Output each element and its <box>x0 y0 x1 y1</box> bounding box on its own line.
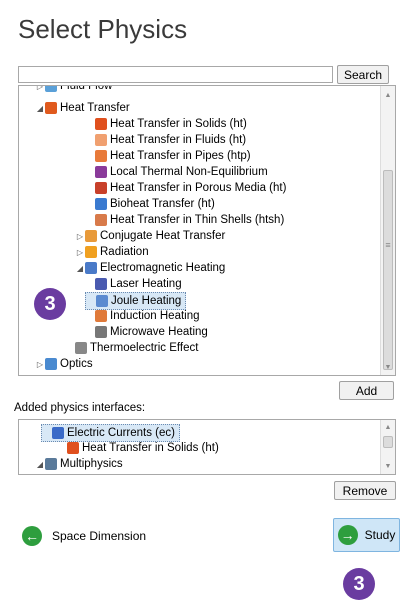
radiation-icon <box>85 246 97 258</box>
tree-scrollbar[interactable]: ▲ ≡ ▼ <box>380 86 395 375</box>
tree-item[interactable]: Local Thermal Non-Equilibrium <box>85 164 268 180</box>
study-button-label: Study <box>364 528 396 542</box>
expand-arrow-icon[interactable]: ▷ <box>35 360 45 369</box>
tree-item-label: Multiphysics <box>60 458 123 470</box>
scroll-up-icon[interactable]: ▲ <box>381 92 395 99</box>
tree-item-label: Heat Transfer in Fluids (ht) <box>110 134 247 146</box>
tree-item-label: Local Thermal Non-Equilibrium <box>110 166 268 178</box>
scroll-down-icon[interactable]: ▼ <box>381 463 395 470</box>
back-button-label: Space Dimension <box>52 529 147 543</box>
physics-tree[interactable]: ▲ ≡ ▼ ▷ Fluid Flow ◢ Heat Transfer Heat Tran… <box>18 85 396 376</box>
expand-arrow-icon[interactable]: ◢ <box>35 104 45 113</box>
arrow-right-icon: → <box>337 525 358 545</box>
tree-item-label: Heat Transfer in Pipes (htp) <box>110 150 251 162</box>
study-button[interactable]: → Study <box>333 518 400 552</box>
tree-item-label: Fluid Flow <box>60 85 113 92</box>
tree-item-label: Conjugate Heat Transfer <box>100 230 226 242</box>
pipes-heat-icon <box>95 150 107 162</box>
tree-item-label: Optics <box>60 358 93 370</box>
tree-item[interactable]: Bioheat Transfer (ht) <box>85 196 215 212</box>
scroll-up-icon[interactable]: ▲ <box>381 424 395 431</box>
tree-item[interactable]: ◢ Heat Transfer <box>35 100 130 116</box>
tree-item[interactable]: Thermoelectric Effect <box>65 340 198 356</box>
remove-button[interactable]: Remove <box>334 481 396 500</box>
tree-item[interactable]: ▷ Conjugate Heat Transfer <box>75 228 225 244</box>
induction-heating-icon <box>95 310 107 322</box>
tree-item[interactable]: ▷ Radiation <box>75 244 149 260</box>
multiphysics-icon <box>45 458 57 470</box>
bioheat-icon <box>95 198 107 210</box>
tree-item-label: Heat Transfer <box>60 102 130 114</box>
tree-item[interactable]: Heat Transfer in Fluids (ht) <box>85 132 246 148</box>
expand-arrow-icon[interactable]: ◢ <box>35 460 45 469</box>
back-button[interactable]: ← Space Dimension <box>22 525 146 547</box>
microwave-heating-icon <box>95 326 107 338</box>
expand-arrow-icon[interactable]: ◢ <box>75 264 85 273</box>
tree-item[interactable]: ◢ Electromagnetic Heating <box>75 260 225 276</box>
porous-heat-icon <box>95 182 107 194</box>
tree-item[interactable]: Heat Transfer in Pipes (htp) <box>85 148 251 164</box>
expand-arrow-icon[interactable]: ▷ <box>75 248 85 257</box>
fluids-heat-icon <box>95 134 107 146</box>
thermoelectric-icon <box>75 342 87 354</box>
tree-item-label: Heat Transfer in Porous Media (ht) <box>110 182 287 194</box>
fluid-flow-icon <box>45 86 57 92</box>
em-heating-icon <box>85 262 97 274</box>
tree-item[interactable]: Induction Heating <box>85 308 200 324</box>
tree-item[interactable]: Microwave Heating <box>85 324 208 340</box>
added-label: Added physics interfaces: <box>14 402 146 414</box>
tree-item[interactable]: Heat Transfer in Solids (ht) <box>85 116 247 132</box>
expand-arrow-icon[interactable]: ▷ <box>35 86 45 91</box>
scroll-grip-icon: ≡ <box>385 240 391 250</box>
tree-item-label: Heat Transfer in Solids (ht) <box>110 118 247 130</box>
tree-item[interactable]: Heat Transfer in Solids (ht) <box>57 440 219 456</box>
conjugate-heat-icon <box>85 230 97 242</box>
laser-heating-icon <box>95 278 107 290</box>
arrow-left-icon: ← <box>22 526 42 546</box>
electric-currents-icon <box>52 427 64 439</box>
tree-item-label: Thermoelectric Effect <box>90 342 199 354</box>
search-button[interactable]: Search <box>337 65 389 84</box>
page-title: Select Physics <box>18 14 188 44</box>
tree-item[interactable]: ◢ Multiphysics <box>35 456 123 472</box>
tree-item-label: Joule Heating <box>111 295 182 307</box>
added-scrollbar[interactable]: ▲ ▼ <box>380 420 395 474</box>
tree-item-label: Electric Currents (ec) <box>67 427 175 439</box>
scroll-thumb[interactable] <box>383 170 393 370</box>
thin-shells-icon <box>95 214 107 226</box>
solids-heat-icon <box>67 442 79 454</box>
tree-item[interactable]: ▷ Fluid Flow <box>35 85 113 94</box>
step-badge: 3 <box>343 568 375 600</box>
expand-arrow-icon[interactable]: ▷ <box>75 232 85 241</box>
optics-icon <box>45 358 57 370</box>
tree-item-label: Heat Transfer in Thin Shells (htsh) <box>110 214 285 226</box>
added-interfaces-list[interactable]: ▲ ▼ Electric Currents (ec) Heat Transfer … <box>18 419 396 475</box>
add-button[interactable]: Add <box>339 381 394 400</box>
tree-item[interactable]: Laser Heating <box>85 276 182 292</box>
tree-item-label: Laser Heating <box>110 278 182 290</box>
scroll-down-icon[interactable]: ▼ <box>381 364 395 371</box>
heat-transfer-icon <box>45 102 57 114</box>
thermal-noneq-icon <box>95 166 107 178</box>
tree-item-label: Microwave Heating <box>110 326 208 338</box>
tree-item-label: Electromagnetic Heating <box>100 262 226 274</box>
tree-item[interactable]: Heat Transfer in Thin Shells (htsh) <box>85 212 284 228</box>
step-badge: 3 <box>34 288 66 320</box>
tree-item-label: Induction Heating <box>110 310 200 322</box>
joule-heating-icon <box>96 295 108 307</box>
tree-item[interactable]: Heat Transfer in Porous Media (ht) <box>85 180 286 196</box>
tree-item-label: Radiation <box>100 246 149 258</box>
scroll-thumb[interactable] <box>383 436 393 448</box>
tree-item-label: Heat Transfer in Solids (ht) <box>82 442 219 454</box>
search-input[interactable] <box>18 66 333 83</box>
solids-heat-icon <box>95 118 107 130</box>
tree-item-label: Bioheat Transfer (ht) <box>110 198 215 210</box>
tree-item[interactable]: ▷ Optics <box>35 356 93 372</box>
